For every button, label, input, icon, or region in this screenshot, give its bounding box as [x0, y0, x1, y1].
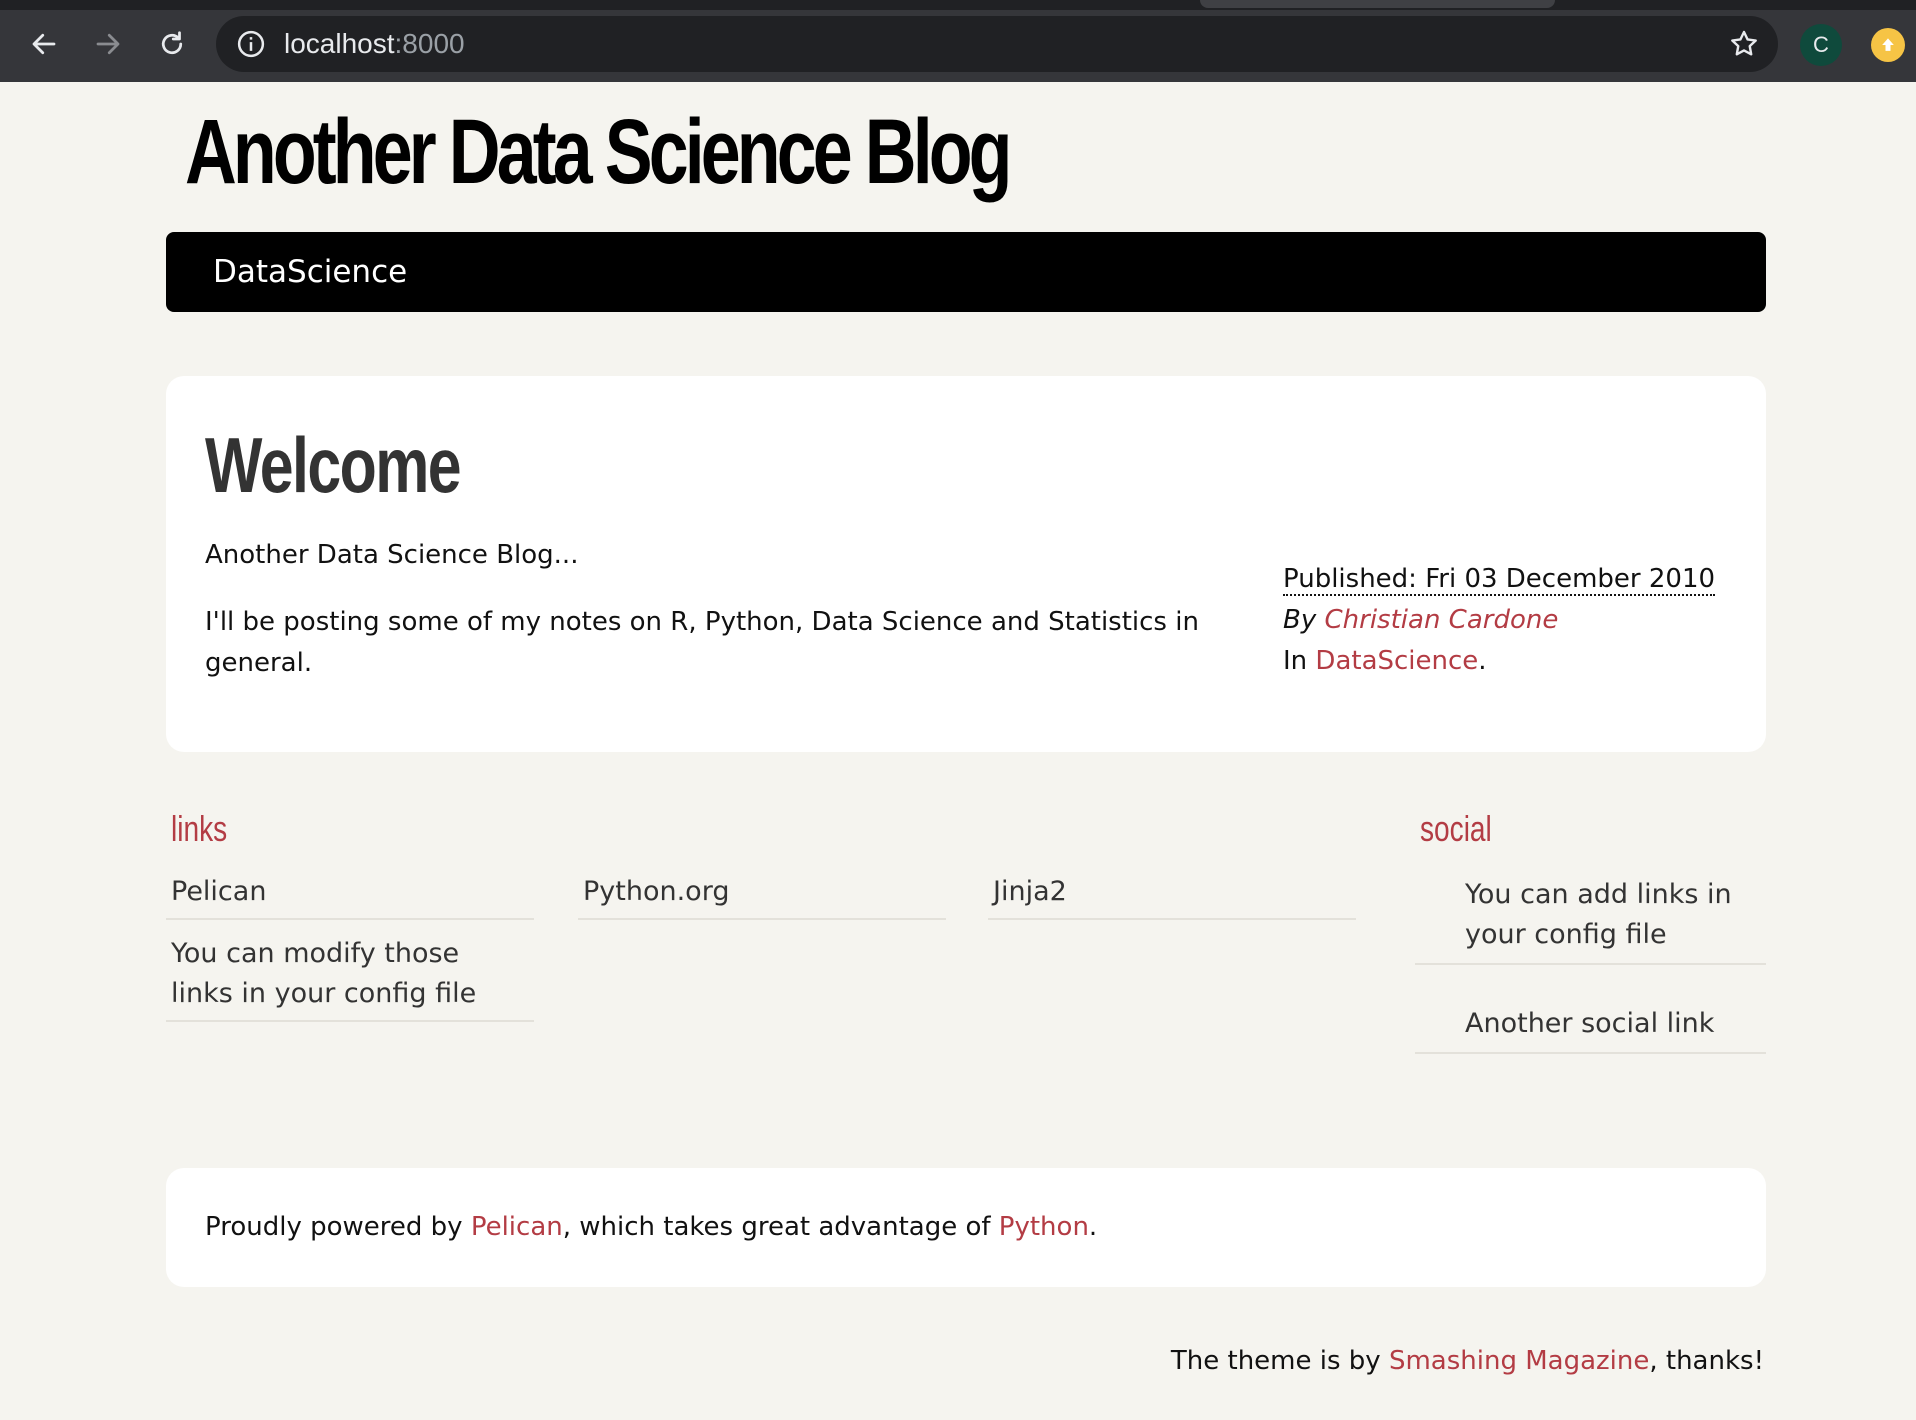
article-title[interactable]: Welcome [205, 420, 462, 511]
address-bar[interactable]: localhost:8000 [216, 16, 1778, 72]
extension-icon [1882, 38, 1894, 51]
footer-card: Proudly powered by Pelican, which takes … [166, 1168, 1766, 1287]
url-text[interactable]: localhost:8000 [284, 16, 465, 72]
forward-arrow-icon [96, 33, 120, 55]
blogroll-link-pelican[interactable]: Pelican [166, 872, 534, 920]
back-arrow-icon [32, 33, 56, 55]
theme-suffix: , thanks! [1649, 1346, 1764, 1376]
article-intro: Another Data Science Blog... [205, 540, 579, 570]
social-link-config[interactable]: You can add links in your config file [1415, 875, 1766, 965]
tab-edge [1200, 0, 1555, 8]
forward-button[interactable] [86, 22, 130, 66]
browser-toolbar: localhost:8000 C [0, 0, 1916, 82]
python-link[interactable]: Python [999, 1212, 1089, 1242]
powered-end: . [1088, 1212, 1098, 1242]
blogroll-link-python[interactable]: Python.org [578, 872, 946, 920]
article-card: Welcome Another Data Science Blog... I'l… [166, 376, 1766, 752]
url-port: :8000 [394, 28, 465, 59]
blogroll-heading: links [171, 808, 228, 849]
bookmark-star-icon[interactable] [1728, 28, 1760, 60]
by-label: By [1283, 605, 1317, 635]
article-meta: Published: Fri 03 December 2010 By Chris… [1283, 559, 1716, 682]
powered-middle: , which takes great advantage of [562, 1212, 999, 1242]
powered-prefix: Proudly powered by [205, 1212, 471, 1242]
menu-item-datascience[interactable]: DataScience [213, 232, 407, 312]
extension-button[interactable] [1871, 28, 1905, 62]
pelican-link[interactable]: Pelican [471, 1212, 563, 1242]
main-menu: DataScience [166, 232, 1766, 312]
author-link[interactable]: Christian Cardone [1325, 605, 1559, 635]
reload-button[interactable] [150, 22, 194, 66]
site-title[interactable]: Another Data Science Blog [185, 100, 1013, 205]
powered-by-text: Proudly powered by Pelican, which takes … [205, 1168, 1097, 1287]
theme-prefix: The theme is by [1170, 1346, 1389, 1376]
tab-strip [0, 0, 1916, 10]
published-date: Published: Fri 03 December 2010 [1283, 564, 1716, 596]
social-heading: social [1420, 808, 1492, 849]
site-info-icon[interactable] [236, 29, 266, 59]
url-host: localhost [284, 28, 395, 59]
profile-avatar[interactable]: C [1800, 24, 1842, 66]
social-link-another[interactable]: Another social link [1415, 1004, 1766, 1054]
blogroll-link-config[interactable]: You can modify those links in your confi… [166, 934, 534, 1022]
meta-period: . [1478, 646, 1487, 676]
article-body: I'll be posting some of my notes on R, P… [205, 607, 1199, 678]
in-label: In [1283, 646, 1308, 676]
smashing-magazine-link[interactable]: Smashing Magazine [1389, 1346, 1649, 1376]
back-button[interactable] [22, 22, 66, 66]
category-link[interactable]: DataScience [1315, 646, 1478, 676]
theme-credit: The theme is by Smashing Magazine, thank… [1171, 1346, 1764, 1376]
blogroll-link-jinja2[interactable]: Jinja2 [988, 872, 1356, 920]
reload-icon [161, 31, 183, 55]
